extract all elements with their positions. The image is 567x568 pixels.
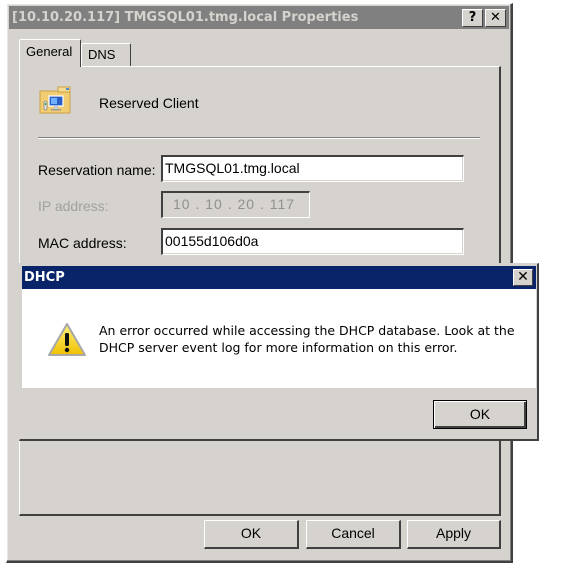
reservation-name-label: Reservation name: [38, 162, 156, 178]
dhcp-message-body: An error occurred while accessing the DH… [22, 289, 536, 388]
close-icon: ✕ [517, 269, 529, 285]
reserved-client-label: Reserved Client [99, 95, 199, 111]
tab-general[interactable]: General [19, 39, 81, 67]
help-button[interactable]: ? [462, 9, 483, 27]
ok-button[interactable]: OK [204, 520, 299, 549]
cancel-button[interactable]: Cancel [306, 520, 401, 549]
properties-titlebar[interactable]: [10.10.20.117] TMGSQL01.tmg.local Proper… [9, 6, 509, 29]
dhcp-error-dialog: DHCP ✕ An error occurred while accessing… [19, 263, 539, 441]
properties-title: [10.10.20.117] TMGSQL01.tmg.local Proper… [12, 10, 359, 25]
header-separator [38, 137, 480, 139]
close-icon: ✕ [490, 10, 501, 25]
reservation-name-input[interactable]: TMGSQL01.tmg.local [161, 155, 464, 182]
mac-address-input[interactable]: 00155d106d0a [161, 228, 464, 255]
ip-address-label: IP address: [38, 198, 109, 214]
reserved-client-folder-icon [39, 86, 71, 114]
mac-address-label: MAC address: [38, 235, 127, 251]
dhcp-ok-button[interactable]: OK [433, 400, 527, 429]
dhcp-title: DHCP [24, 270, 65, 285]
dhcp-titlebar[interactable]: DHCP ✕ [22, 266, 536, 289]
dhcp-error-message: An error occurred while accessing the DH… [99, 323, 515, 355]
dhcp-close-button[interactable]: ✕ [513, 269, 533, 286]
apply-button[interactable]: Apply [407, 520, 501, 549]
help-icon: ? [468, 10, 477, 25]
tab-dns[interactable]: DNS [81, 43, 131, 66]
close-button[interactable]: ✕ [485, 9, 506, 27]
ip-address-input: 10 . 10 . 20 . 117 [161, 191, 310, 218]
warning-icon [48, 323, 86, 356]
